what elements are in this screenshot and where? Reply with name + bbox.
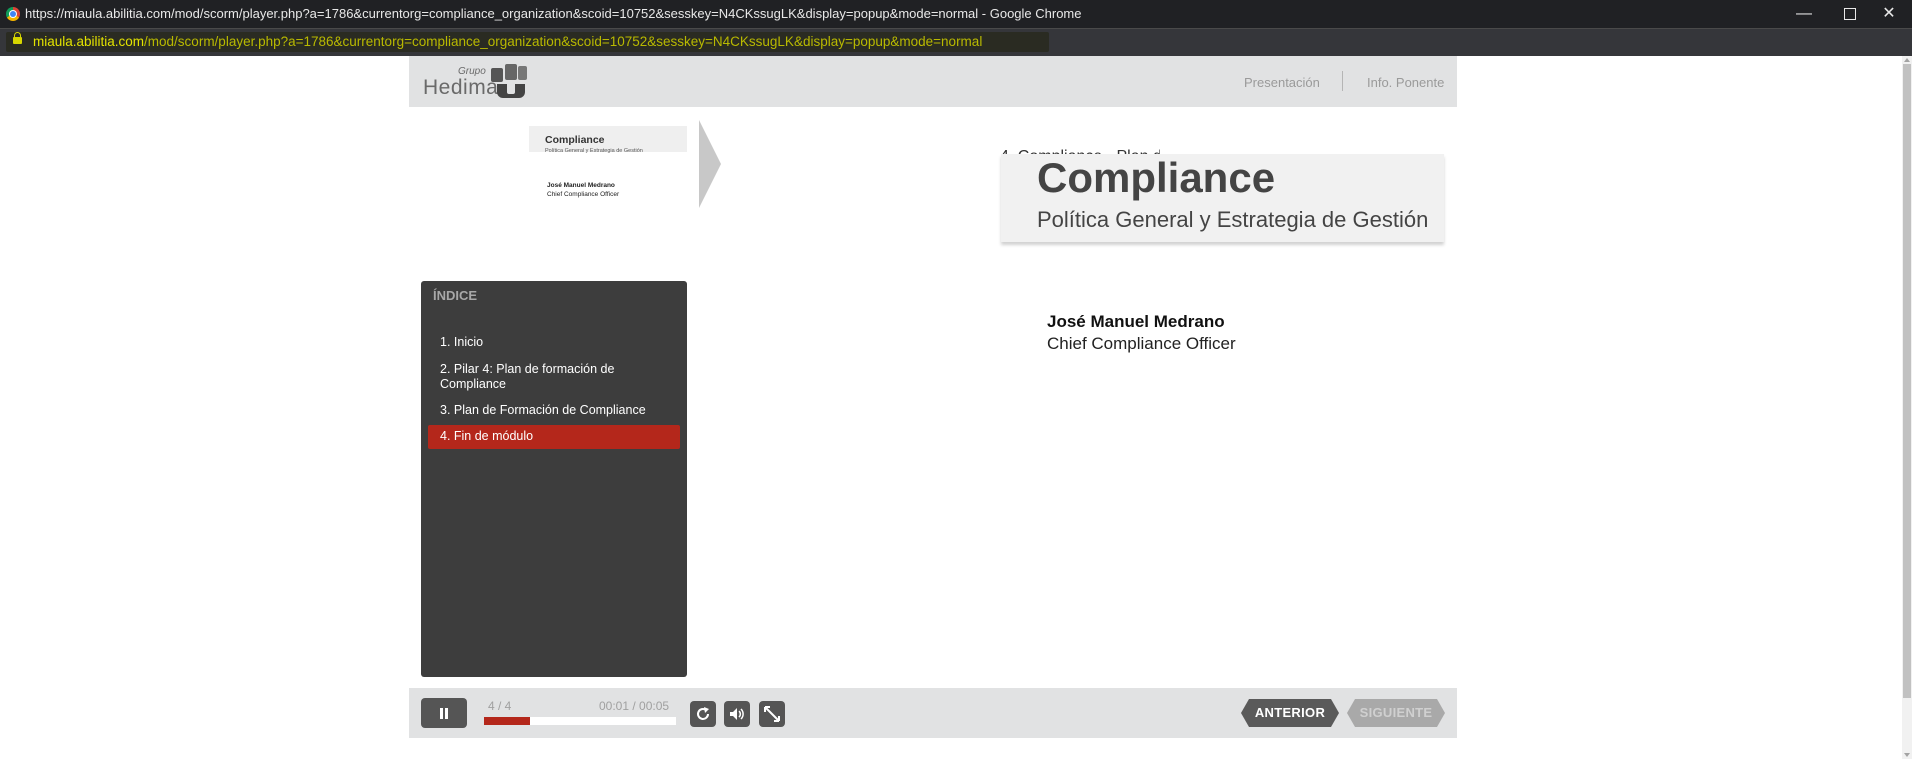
thumbnail-arrow-icon (699, 120, 721, 208)
fullscreen-button[interactable] (759, 701, 785, 727)
replay-button[interactable] (690, 701, 716, 727)
header-divider (1342, 71, 1343, 91)
window-title: https://miaula.abilitia.com/mod/scorm/pl… (25, 6, 1082, 21)
index-item-pilar-4[interactable]: 2. Pilar 4: Plan de formación de Complia… (428, 360, 680, 394)
slide-title-band: Compliance Política General y Estrategia… (1001, 154, 1444, 242)
volume-icon (730, 708, 744, 720)
url-field[interactable]: miaula.abilitia.com/mod/scorm/player.php… (6, 32, 1049, 52)
pause-button[interactable] (421, 698, 467, 728)
index-item-plan-formacion[interactable]: 3. Plan de Formación de Compliance (428, 401, 680, 420)
fullscreen-icon (764, 706, 780, 722)
volume-button[interactable] (724, 701, 750, 727)
chrome-logo-icon (6, 7, 20, 21)
address-bar: miaula.abilitia.com/mod/scorm/player.php… (0, 28, 1912, 56)
replay-icon (697, 707, 709, 720)
page-scrollbar[interactable] (1902, 56, 1912, 759)
index-item-fin-modulo[interactable]: 4. Fin de módulo (428, 425, 680, 449)
thumbnail-subtitle: Política General y Estrategia de Gestión (545, 148, 643, 154)
slide-counter: 4 / 4 (488, 699, 512, 713)
speaker-role: Chief Compliance Officer (1047, 334, 1236, 353)
slide-title: Compliance (1037, 154, 1276, 201)
info-ponente-link[interactable]: Info. Ponente (1367, 75, 1444, 90)
index-panel: ÍNDICE 1. Inicio 2. Pilar 4: Plan de for… (421, 281, 687, 677)
presentacion-link[interactable]: Presentación (1244, 75, 1320, 90)
minimize-button[interactable]: — (1781, 0, 1827, 28)
lock-icon (13, 32, 22, 44)
slide-subtitle: Política General y Estrategia de Gestión (1037, 207, 1429, 232)
time-display: 00:01 / 00:05 (599, 699, 670, 713)
previous-button[interactable]: ANTERIOR (1241, 699, 1339, 727)
scroll-down-arrow-icon[interactable] (1904, 753, 1910, 757)
thumbnail-title-band: Compliance Política General y Estrategia… (529, 126, 687, 154)
scrollbar-thumb[interactable] (1903, 64, 1911, 698)
thumbnail-speaker-name: José Manuel Medrano (547, 182, 615, 189)
thumbnail-title: Compliance (545, 134, 605, 146)
scroll-up-arrow-icon[interactable] (1904, 58, 1910, 62)
hedima-logo: Grupo Hedima (423, 60, 533, 104)
maximize-icon (1844, 7, 1856, 20)
url-text: miaula.abilitia.com/mod/scorm/player.php… (33, 34, 982, 49)
url-path: /mod/scorm/player.php?a=1786&currentorg=… (144, 34, 983, 49)
index-item-inicio[interactable]: 1. Inicio (428, 333, 680, 352)
slide-thumbnail[interactable]: Compliance Política General y Estrategia… (529, 120, 721, 208)
player-controls: 4 / 4 00:01 / 00:05 ANTERIOR SIGUIENTE (409, 688, 1457, 738)
progress-fill (484, 717, 531, 725)
next-button[interactable]: SIGUIENTE (1347, 699, 1445, 727)
index-title: ÍNDICE (433, 288, 478, 303)
hedima-logo-mark-icon (491, 64, 527, 98)
thumbnail-speaker-role: Chief Compliance Officer (547, 191, 620, 198)
player-header: Grupo Hedima Presentación Info. Ponente (409, 56, 1457, 107)
url-host: miaula.abilitia.com (33, 34, 145, 49)
progress-bar[interactable] (484, 717, 676, 725)
close-button[interactable]: ✕ (1866, 0, 1912, 28)
speaker-name: José Manuel Medrano (1047, 312, 1225, 331)
browser-title-bar: https://miaula.abilitia.com/mod/scorm/pl… (0, 0, 1912, 28)
